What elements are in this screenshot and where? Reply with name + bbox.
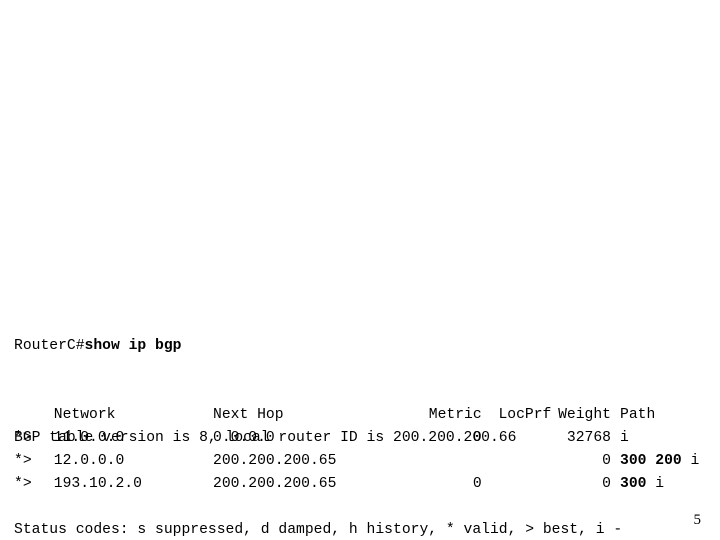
row-path: 300 200 i [620,450,699,473]
status-codes-line: Status codes: s suppressed, d damped, h … [14,522,623,538]
column-header-locprf: LocPrf [498,407,552,423]
row-next-hop: 0.0.0.0 [213,430,275,446]
column-header-path: Path [620,407,656,423]
row-next-hop: 200.200.200.65 [213,453,337,469]
table-row: *> 193.10.2.0 200.200.200.65 0 0 300 i [14,473,714,496]
console-command-line: RouterC#show ip bgp [14,335,714,358]
row-network: 11.0.0.0 [53,430,125,446]
row-weight: 0 [602,453,611,469]
row-network: 193.10.2.0 [53,476,142,492]
row-path-as-sequence: 300 200 [620,453,682,469]
row-path-origin: i [620,430,629,446]
row-path: i [620,427,629,450]
table-header-row: Network Next Hop Metric LocPrf Weight Pa… [14,404,714,427]
row-network: 12.0.0.0 [53,453,125,469]
row-next-hop: 200.200.200.65 [213,476,337,492]
row-metric: 0 [472,430,482,446]
row-path: 300 i [620,473,664,496]
table-row: *> 11.0.0.0 0.0.0.0 0 32768 i [14,427,714,450]
row-path-origin: i [690,453,700,469]
row-status-flag: *> [14,453,32,469]
row-weight: 32768 [566,430,611,446]
bgp-routing-table: Network Next Hop Metric LocPrf Weight Pa… [14,404,714,496]
column-header-next-hop: Next Hop [213,407,284,423]
bgp-console-output: RouterC#show ip bgp BGP table version is… [14,266,714,540]
row-path-as-sequence: 300 [620,476,647,492]
row-path-origin: i [655,476,665,492]
row-metric: 0 [472,476,482,492]
row-weight: 0 [602,476,611,492]
slide-page-number: 5 [693,512,702,528]
column-header-weight: Weight [558,407,611,423]
row-status-flag: *> [14,476,32,492]
row-status-flag: *> [14,430,32,446]
router-prompt: RouterC# [14,338,85,354]
column-header-metric: Metric [428,407,482,423]
slide-canvas: RouterC#show ip bgp BGP table version is… [0,0,720,540]
column-header-network: Network [53,407,116,423]
table-row: *> 12.0.0.0 200.200.200.65 0 300 200 i [14,450,714,473]
command-text: show ip bgp [84,338,182,354]
